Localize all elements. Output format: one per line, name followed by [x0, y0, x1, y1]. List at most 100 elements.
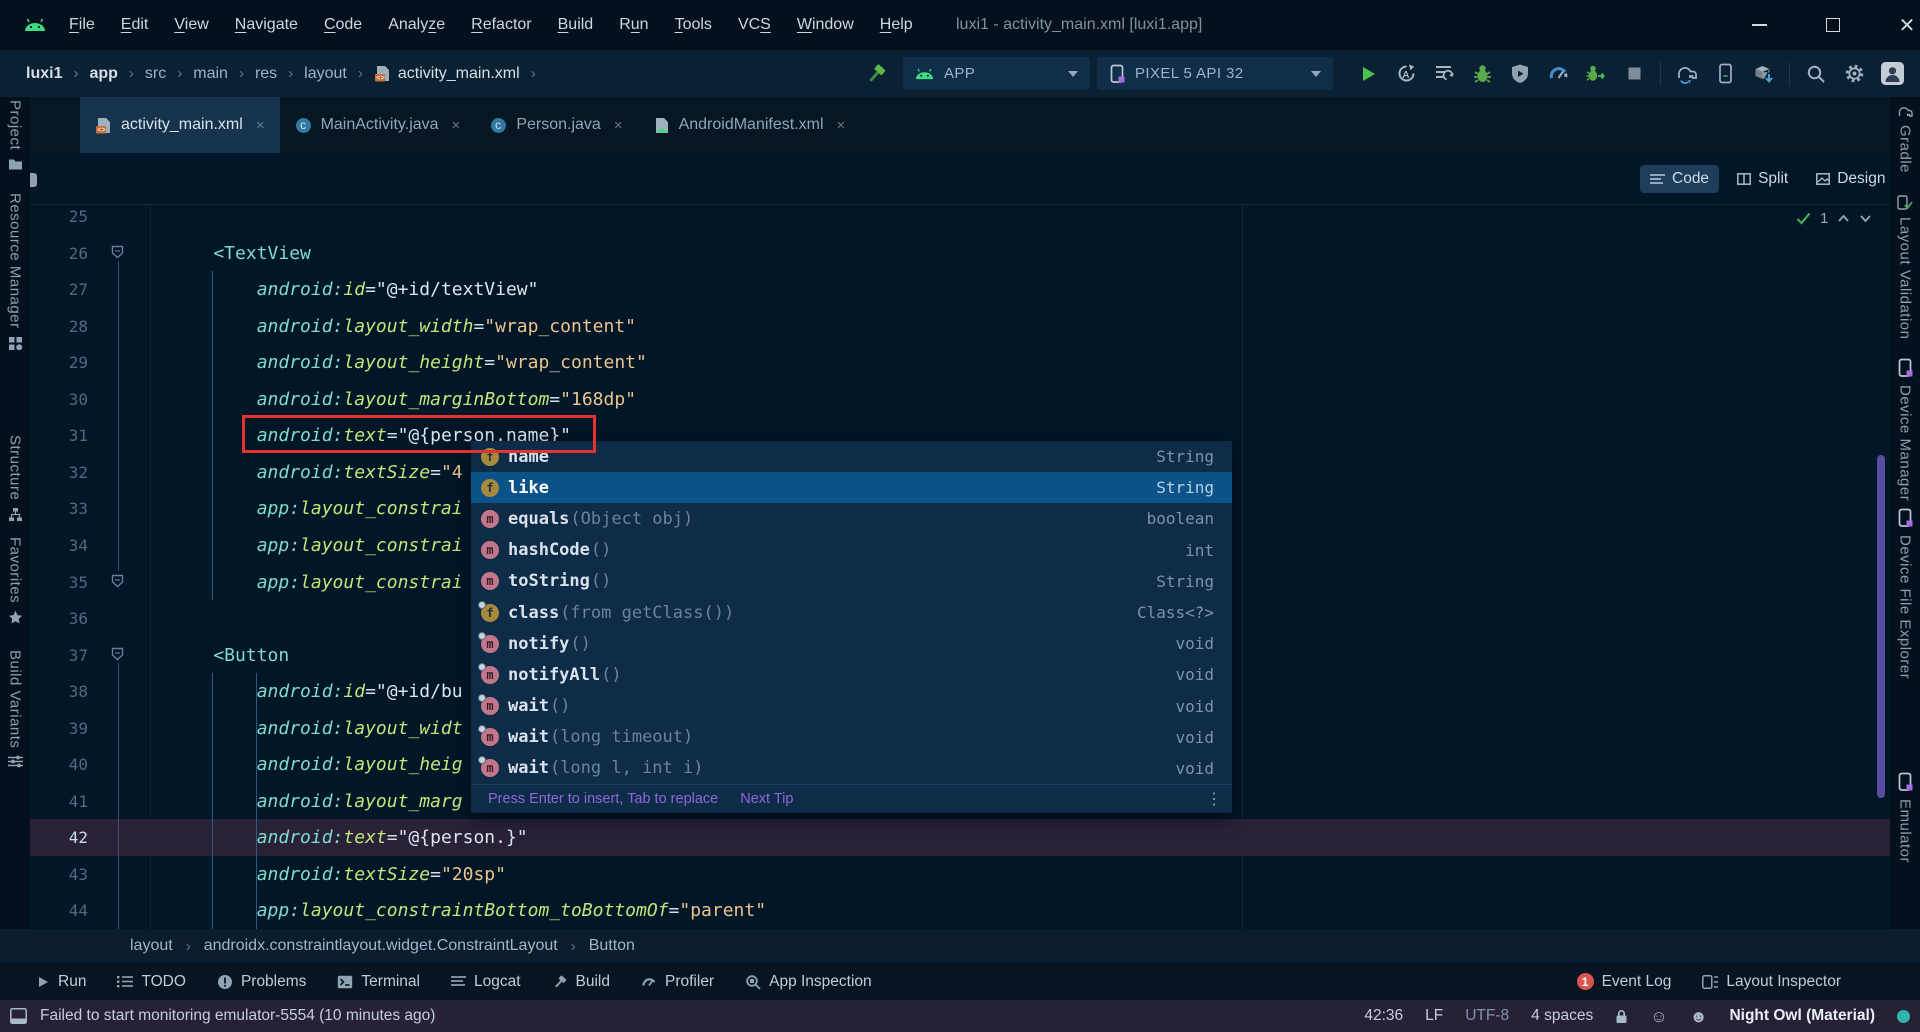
code-line-26[interactable]: 26 <TextView: [30, 235, 1890, 272]
completion-item-wait[interactable]: m wait() void: [471, 691, 1232, 722]
tool-window-button-favorites[interactable]: Favorites: [0, 537, 30, 625]
xml-breadcrumb-item[interactable]: Button: [589, 937, 635, 955]
fold-marker-icon[interactable]: [110, 647, 125, 661]
run-configuration-dropdown[interactable]: APP: [903, 57, 1090, 90]
completion-item-equals[interactable]: m equals (Object obj) boolean: [471, 503, 1232, 534]
menu-navigate[interactable]: Navigate: [222, 16, 311, 34]
code-line-29[interactable]: 29 android:layout_height="wrap_content": [30, 344, 1890, 381]
sdk-manager-icon[interactable]: [1751, 62, 1775, 86]
tool-window-toggle-icon[interactable]: [10, 1008, 27, 1024]
attach-debugger-icon[interactable]: [1584, 62, 1608, 86]
file-encoding[interactable]: UTF-8: [1465, 1007, 1509, 1025]
fold-marker-icon[interactable]: [110, 574, 125, 588]
menu-refactor[interactable]: Refactor: [458, 16, 544, 34]
fold-marker-icon[interactable]: [110, 245, 125, 259]
tab-AndroidManifest.xml[interactable]: AndroidManifest.xml ×: [638, 97, 861, 153]
lock-icon[interactable]: [1615, 1009, 1628, 1024]
caret-position[interactable]: 42:36: [1364, 1007, 1403, 1025]
code-line-25[interactable]: 25: [30, 198, 1890, 235]
minimize-button[interactable]: [1736, 0, 1782, 50]
tool-window-button-resource-manager[interactable]: Resource Manager: [0, 193, 30, 351]
code-line-28[interactable]: 28 android:layout_width="wrap_content": [30, 308, 1890, 345]
close-tab-icon[interactable]: ×: [452, 117, 461, 134]
apply-changes-icon[interactable]: A: [1394, 62, 1418, 86]
search-everywhere-icon[interactable]: [1804, 62, 1828, 86]
xml-breadcrumb-item[interactable]: androidx.constraintlayout.widget.Constra…: [204, 937, 558, 955]
status-message[interactable]: Failed to start monitoring emulator-5554…: [40, 1007, 435, 1025]
tool-window-button-device-file-explorer[interactable]: Device File Explorer: [1890, 508, 1920, 679]
more-icon[interactable]: ⋮: [1206, 789, 1222, 809]
view-mode-code[interactable]: Code: [1640, 165, 1720, 193]
view-mode-design[interactable]: Design: [1806, 165, 1895, 193]
profiler-icon[interactable]: [1546, 62, 1570, 86]
toolwindow-terminal[interactable]: Terminal: [337, 973, 420, 991]
settings-icon[interactable]: [1842, 62, 1866, 86]
device-dropdown[interactable]: PIXEL 5 API 32: [1097, 57, 1333, 90]
breadcrumb-res[interactable]: res: [255, 65, 277, 83]
toolwindow-layout-inspector[interactable]: Layout Inspector: [1702, 973, 1841, 991]
gradle-sync-icon[interactable]: [1675, 62, 1699, 86]
xml-breadcrumb-item[interactable]: layout: [130, 937, 173, 955]
tab-MainActivity.java[interactable]: C MainActivity.java ×: [280, 97, 476, 153]
completion-hint-action[interactable]: Next Tip: [740, 791, 793, 807]
code-line-30[interactable]: 30 android:layout_marginBottom="168dp": [30, 381, 1890, 418]
menu-tools[interactable]: Tools: [662, 16, 725, 34]
breadcrumb-activity_main.xml[interactable]: <> activity_main.xml: [374, 65, 520, 83]
tool-window-button-layout-validation[interactable]: Layout Validation: [1890, 195, 1920, 339]
breadcrumb-luxi1[interactable]: luxi1: [26, 65, 62, 83]
theme-name[interactable]: Night Owl (Material): [1729, 1007, 1875, 1025]
completion-item-wait[interactable]: m wait (long timeout) void: [471, 722, 1232, 753]
editor-scrollbar[interactable]: [1877, 455, 1885, 798]
build-hammer-icon[interactable]: [864, 62, 888, 86]
breadcrumb-app[interactable]: app: [89, 65, 117, 83]
toolwindow-run[interactable]: Run: [36, 973, 86, 991]
stop-icon[interactable]: [1622, 62, 1646, 86]
close-tab-icon[interactable]: ×: [614, 117, 623, 134]
floating-widget-icon[interactable]: [30, 173, 37, 187]
close-tab-icon[interactable]: ×: [837, 117, 846, 134]
view-mode-split[interactable]: Split: [1727, 165, 1798, 193]
line-ending[interactable]: LF: [1425, 1007, 1443, 1025]
menu-help[interactable]: Help: [867, 16, 926, 34]
menu-run[interactable]: Run: [606, 16, 661, 34]
inspection-widget[interactable]: 1: [1796, 210, 1872, 227]
profile-avatar-icon[interactable]: [1880, 62, 1904, 86]
completion-item-toString[interactable]: m toString() String: [471, 566, 1232, 597]
device-manager-icon[interactable]: [1713, 62, 1737, 86]
menu-vcs[interactable]: VCS: [725, 16, 784, 34]
debug-icon[interactable]: [1470, 62, 1494, 86]
notification-dot-icon[interactable]: [1897, 1009, 1910, 1023]
completion-item-notifyAll[interactable]: m notifyAll() void: [471, 659, 1232, 690]
toolwindow-build[interactable]: Build: [552, 973, 610, 991]
code-line-44[interactable]: 44 app:layout_constraintBottom_toBottomO…: [30, 892, 1890, 929]
tab-activity_main.xml[interactable]: <> activity_main.xml ×: [80, 97, 280, 153]
toolwindow-profiler[interactable]: Profiler: [641, 973, 714, 991]
close-button[interactable]: ✕: [1884, 0, 1920, 50]
tab-Person.java[interactable]: C Person.java ×: [475, 97, 637, 153]
menu-analyze[interactable]: Analyze: [375, 16, 458, 34]
menu-view[interactable]: View: [161, 16, 221, 34]
tool-window-button-device-manager[interactable]: Device Manager: [1890, 358, 1920, 501]
menu-window[interactable]: Window: [784, 16, 867, 34]
apply-code-changes-icon[interactable]: [1432, 62, 1456, 86]
toolwindow-problems[interactable]: Problems: [217, 973, 306, 991]
completion-item-like[interactable]: f like String: [471, 472, 1232, 504]
smiley-icon[interactable]: ☺: [1650, 1008, 1667, 1025]
tool-window-button-structure[interactable]: Structure: [0, 435, 30, 522]
completion-item-hashCode[interactable]: m hashCode() int: [471, 535, 1232, 566]
tool-window-button-build-variants[interactable]: Build Variants: [0, 650, 30, 768]
toolwindow-event-log[interactable]: 1 Event Log: [1576, 973, 1671, 991]
menu-edit[interactable]: Edit: [108, 16, 162, 34]
completion-item-wait[interactable]: m wait (long l, int i) void: [471, 753, 1232, 784]
code-line-27[interactable]: 27 android:id="@+id/textView": [30, 271, 1890, 308]
menu-code[interactable]: Code: [311, 16, 375, 34]
tool-window-button-emulator[interactable]: Emulator: [1890, 772, 1920, 863]
breadcrumb-src[interactable]: src: [145, 65, 166, 83]
breadcrumb-main[interactable]: main: [193, 65, 228, 83]
breadcrumb-layout[interactable]: layout: [304, 65, 347, 83]
tool-window-button-project[interactable]: Project: [0, 100, 30, 170]
menu-build[interactable]: Build: [545, 16, 607, 34]
attach-profiler-icon[interactable]: [1508, 62, 1532, 86]
chevron-up-icon[interactable]: [1837, 214, 1850, 223]
toolwindow-app-inspection[interactable]: App Inspection: [745, 973, 872, 991]
